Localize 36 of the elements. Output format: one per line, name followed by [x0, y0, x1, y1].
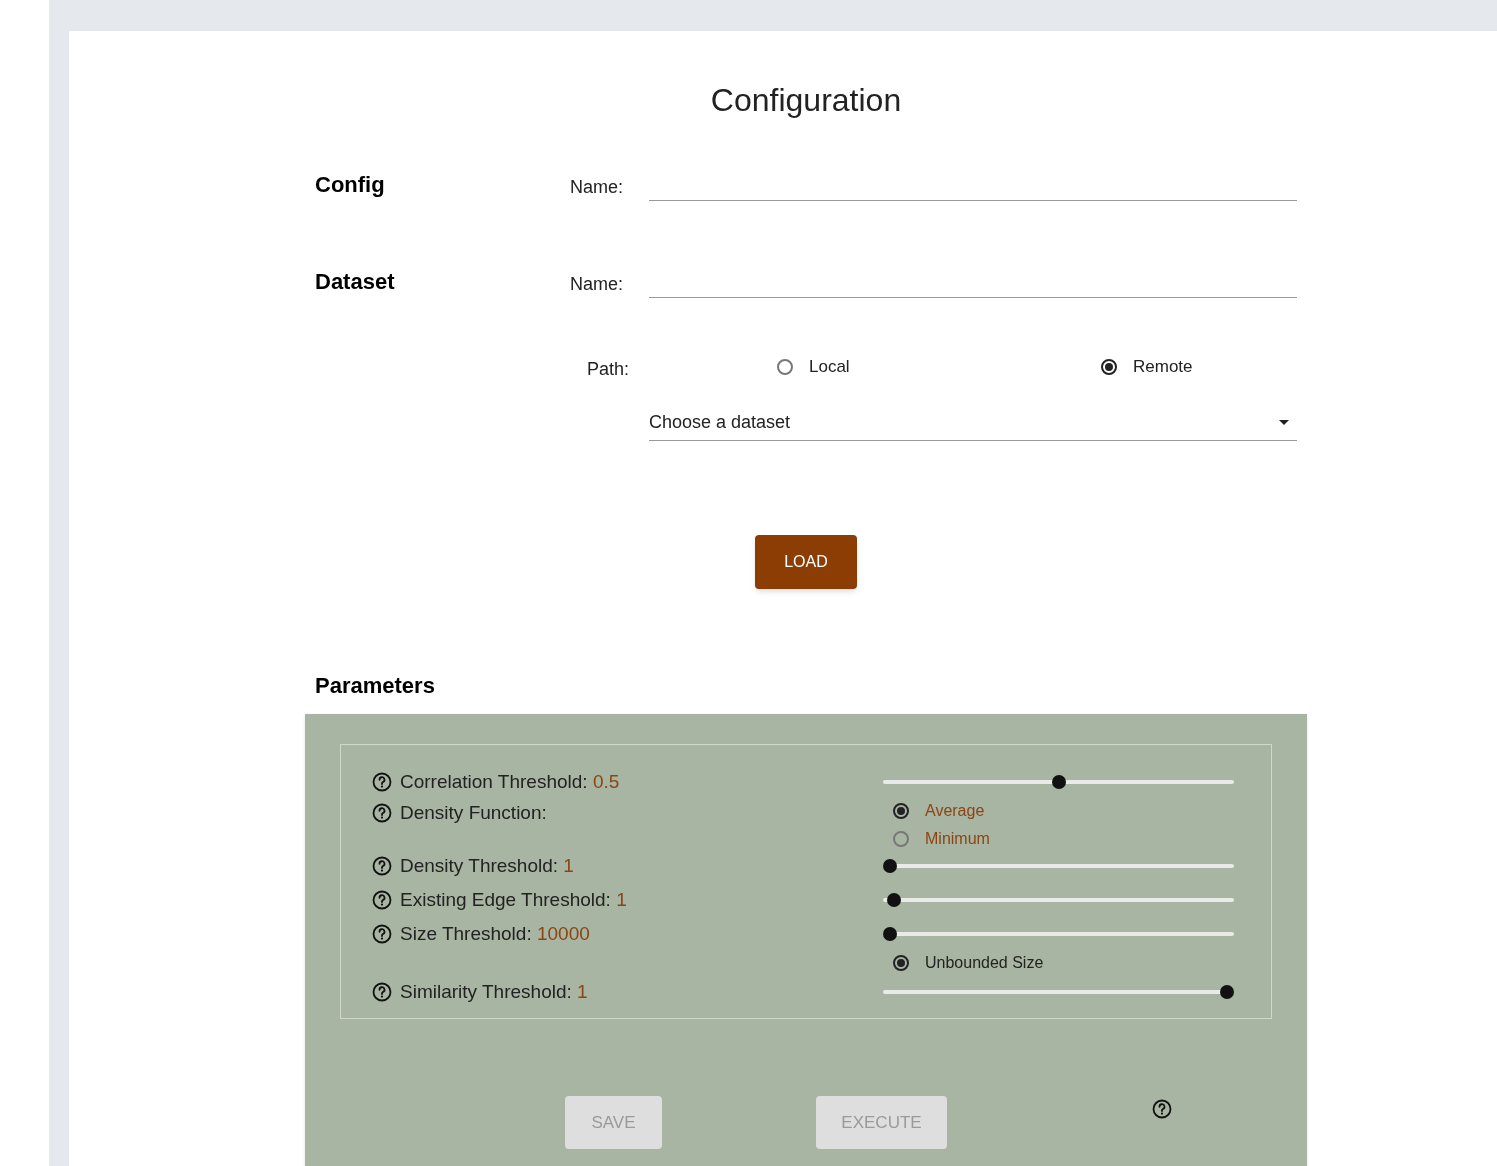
section-heading: Parameters: [315, 672, 436, 700]
parameter-label: Existing Edge Threshold: 1: [400, 887, 627, 912]
field-label: Name:: [570, 273, 624, 296]
dataset-select[interactable]: Choose a dataset: [649, 405, 1297, 441]
load-button[interactable]: LOAD: [755, 535, 857, 589]
radio-button[interactable]: [893, 955, 909, 971]
dropdown-caret-icon: [1279, 420, 1289, 425]
radio-button[interactable]: [893, 831, 909, 847]
field-label: Path:: [585, 358, 630, 381]
radio-button[interactable]: [1101, 358, 1117, 375]
help-icon[interactable]: [372, 982, 392, 1002]
slider-thumb[interactable]: [883, 859, 897, 873]
help-icon[interactable]: [372, 856, 392, 876]
help-icon[interactable]: [372, 803, 392, 824]
section-heading: Config: [315, 171, 386, 199]
field-label: Name:: [570, 176, 624, 199]
help-icon[interactable]: [372, 924, 392, 944]
slider-thumb[interactable]: [1051, 775, 1066, 789]
help-icon[interactable]: [372, 772, 392, 792]
parameter-label: Similarity Threshold: 1: [400, 979, 588, 1004]
section-heading: Dataset: [315, 268, 396, 296]
slider-thumb[interactable]: [883, 927, 897, 941]
help-icon[interactable]: [1152, 1098, 1172, 1119]
parameter-label: Density Threshold: 1: [400, 853, 574, 878]
parameter-label: Correlation Threshold: 0.5: [400, 769, 620, 794]
slider-thumb[interactable]: [886, 893, 901, 907]
radio-label[interactable]: Unbounded Size: [925, 951, 1044, 975]
radio-button[interactable]: [893, 803, 909, 819]
slider-thumb[interactable]: [1219, 985, 1234, 999]
help-icon[interactable]: [372, 890, 392, 910]
radio-label[interactable]: Local: [809, 353, 850, 380]
radio-label[interactable]: Remote: [1133, 353, 1193, 380]
parameter-label: Density Function:: [400, 801, 547, 825]
radio-button[interactable]: [777, 358, 793, 375]
parameter-label: Size Threshold: 10000: [400, 921, 590, 946]
page-title: Configuration: [709, 81, 903, 120]
